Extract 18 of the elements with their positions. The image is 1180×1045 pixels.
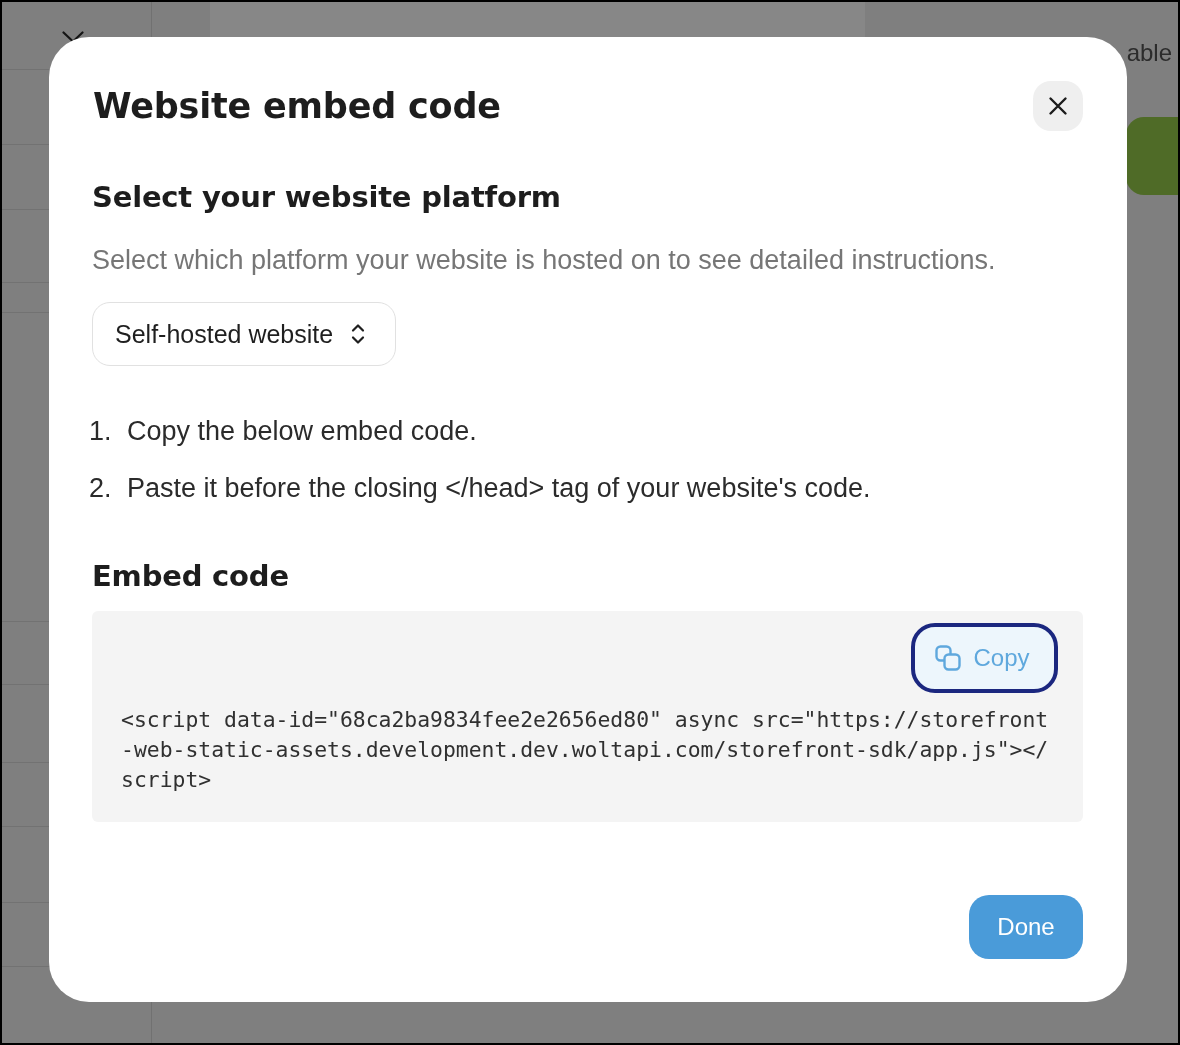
close-button[interactable] — [1033, 81, 1083, 131]
step-number: 1. — [89, 416, 113, 446]
chevron-down-icon — [62, 31, 84, 43]
step-text: Copy the below embed code. — [127, 416, 477, 446]
description-text: Select which platform your website is hosted on to see detailed instructions. — [92, 245, 997, 275]
step-number: 2. — [89, 473, 113, 503]
section-heading: Select your website platform — [92, 179, 562, 215]
dialog-title: Website embed code — [93, 85, 501, 128]
platform-select[interactable]: Self-hosted website — [92, 302, 396, 366]
chevron-up-down-icon — [351, 322, 366, 346]
copy-button[interactable]: Copy — [911, 623, 1058, 693]
background-text: able — [1126, 39, 1172, 67]
section-heading: Embed code — [92, 558, 290, 594]
copy-icon — [935, 645, 962, 671]
close-icon — [1048, 96, 1068, 116]
embed-code-text: <script data-id="68ca2ba9834fee2e2656ed80" async src="https://storefront-web-static-assets.development.dev.woltapi.com/storefront-sdk/app.js"></script> — [121, 706, 1050, 794]
done-button[interactable]: Done — [969, 895, 1083, 959]
step-text: Paste it before the closing </head> tag of your website's code. — [127, 473, 871, 503]
